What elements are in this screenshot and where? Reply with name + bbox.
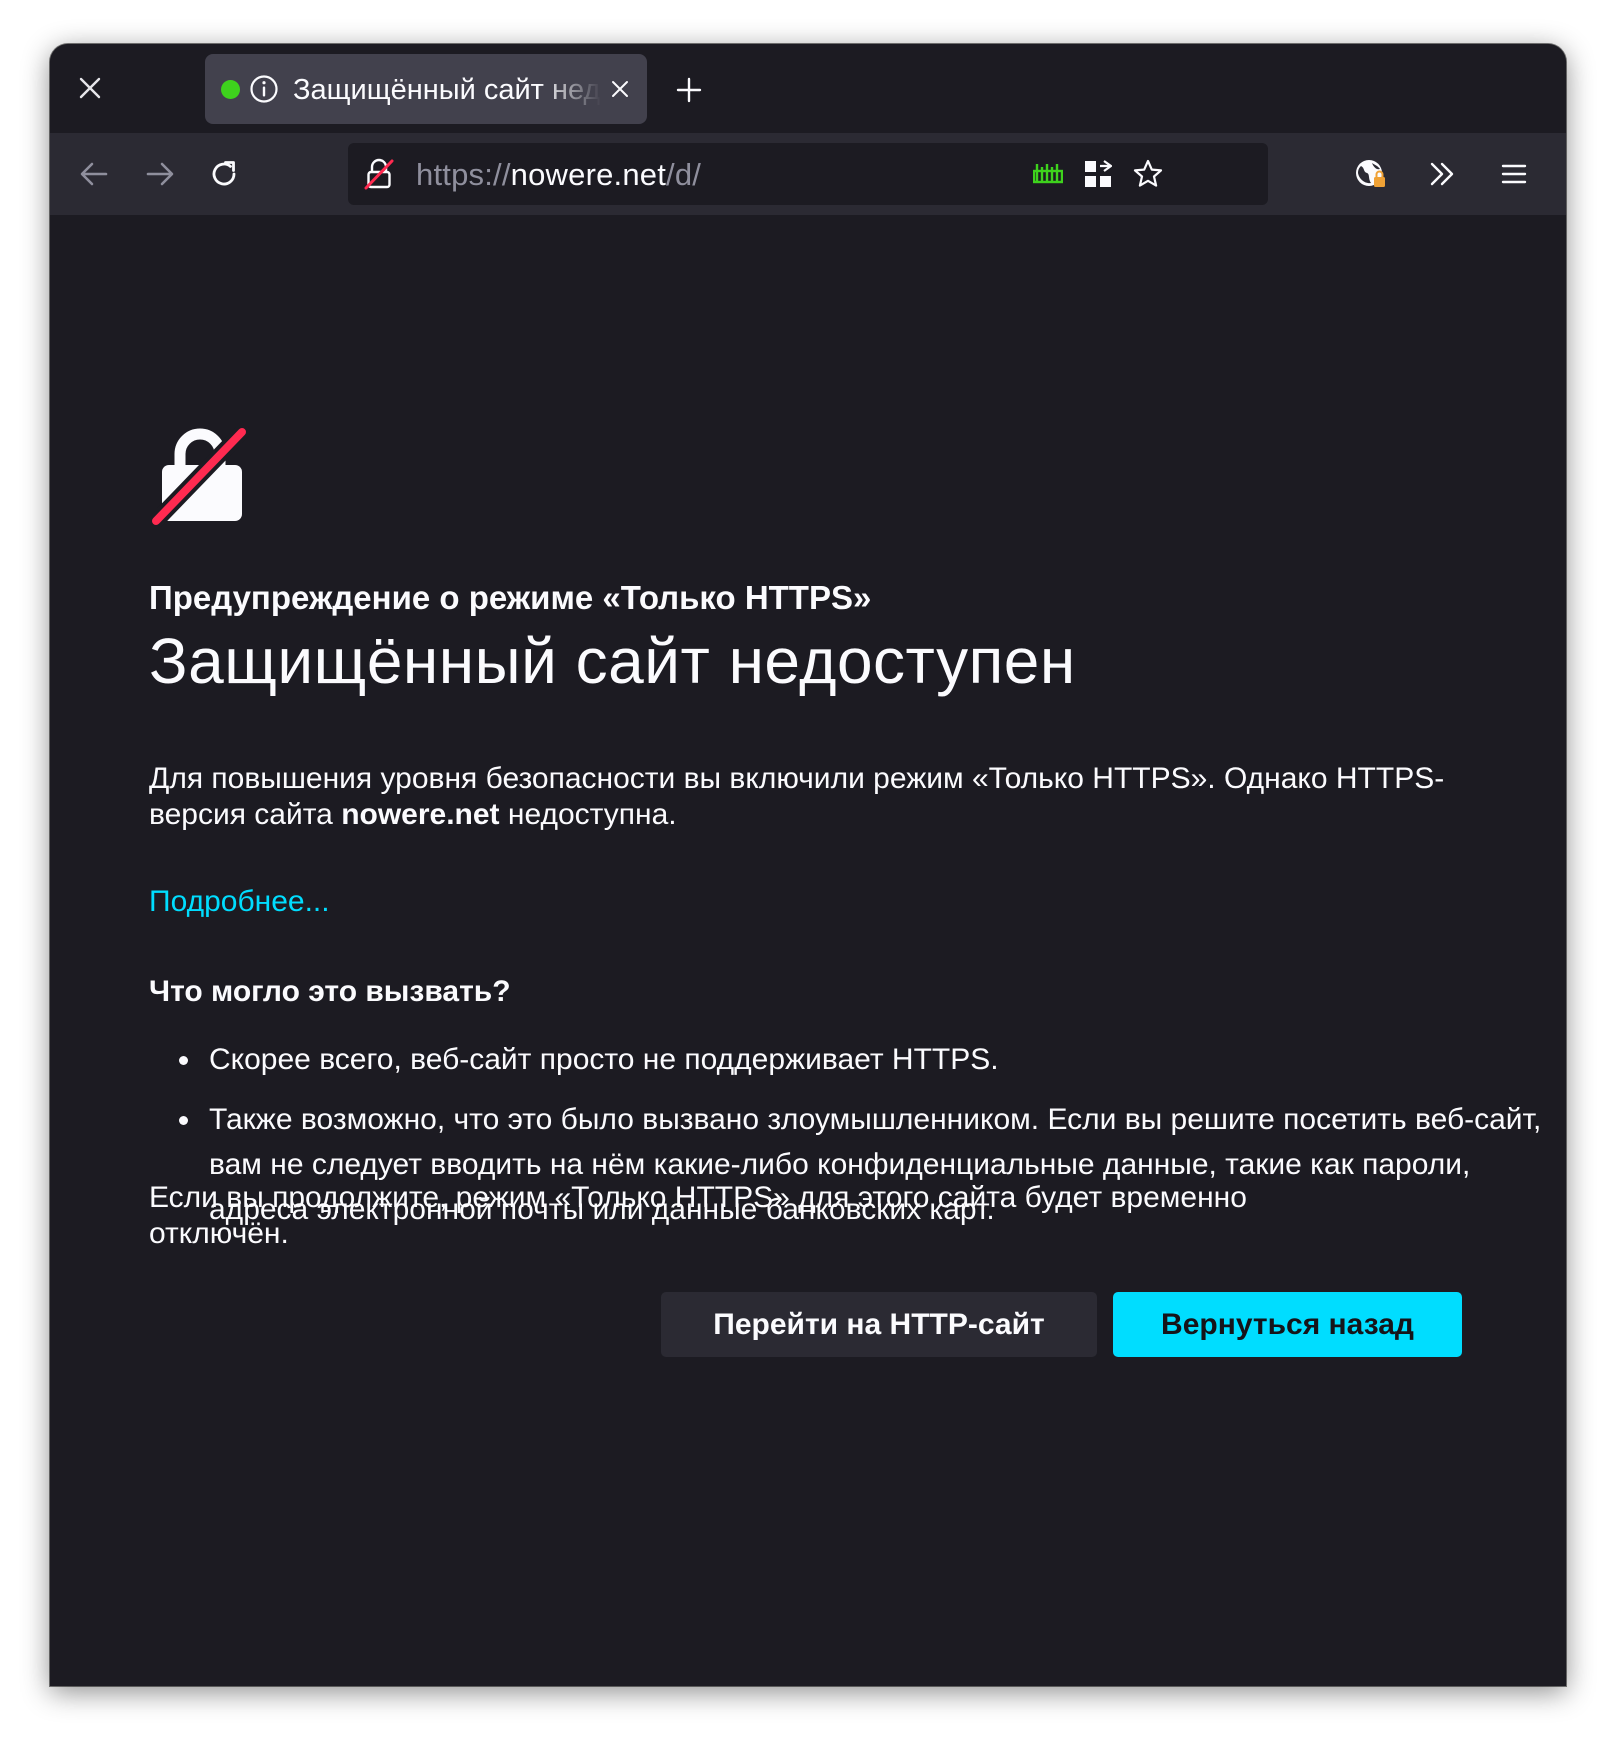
qr-code-button[interactable] [1080, 156, 1116, 192]
info-icon [250, 75, 278, 103]
window-close-button[interactable] [68, 66, 112, 110]
back-button[interactable] [70, 150, 118, 198]
lock-disabled-icon [150, 427, 250, 527]
ruler-icon [1033, 164, 1063, 184]
url-path: /d/ [666, 157, 702, 192]
ruler-button[interactable] [1030, 156, 1066, 192]
reload-icon [212, 161, 236, 186]
chevrons-right-icon [1430, 162, 1454, 186]
close-icon [612, 81, 628, 97]
continue-note: Если вы продолжите, режим «Только HTTPS»… [149, 1181, 1247, 1250]
url-scheme: https:// [416, 157, 511, 192]
forward-button[interactable] [136, 150, 184, 198]
page-title: Защищённый сайт недоступен [149, 625, 1076, 697]
qr-code-icon [1085, 160, 1112, 187]
overflow-menu-button[interactable] [1418, 150, 1466, 198]
url-bar[interactable]: https://nowere.net/d/ [348, 143, 1268, 205]
nav-toolbar: https://nowere.net/d/ [50, 133, 1566, 215]
url-text[interactable]: https://nowere.net/d/ [416, 157, 701, 193]
new-tab-button[interactable] [667, 68, 711, 112]
extension-button[interactable] [1346, 150, 1394, 198]
list-item: Скорее всего, веб-сайт просто не поддерж… [179, 1037, 1549, 1082]
url-host: nowere.net [510, 157, 667, 192]
arrow-left-icon [80, 162, 108, 186]
arrow-right-icon [146, 162, 174, 186]
intro-host: nowere.net [341, 798, 500, 831]
learn-more-link[interactable]: Подробнее... [149, 885, 330, 919]
star-icon [1133, 159, 1163, 187]
hamburger-icon [1501, 164, 1527, 184]
lock-broken-icon [364, 158, 394, 190]
reload-button[interactable] [200, 150, 248, 198]
plus-icon [676, 77, 702, 103]
continue-http-button[interactable]: Перейти на HTTP-сайт [661, 1292, 1097, 1357]
causes-title: Что могло это вызвать? [149, 975, 511, 1008]
error-page: Предупреждение о режиме «Только HTTPS» З… [50, 215, 1566, 1686]
intro-text-part2: недоступна. [499, 798, 677, 831]
tab-title: Защищённый сайт недоступен [293, 74, 601, 106]
browser-window: Защищённый сайт недоступен [50, 44, 1566, 1686]
green-dot-icon [221, 80, 240, 99]
close-icon [79, 77, 101, 99]
intro-text: Для повышения уровня безопасности вы вкл… [149, 761, 1479, 833]
go-back-button[interactable]: Вернуться назад [1113, 1292, 1462, 1357]
tab-strip: Защищённый сайт недоступен [50, 44, 1566, 133]
globe-lock-icon [1356, 160, 1385, 187]
main-menu-button[interactable] [1490, 150, 1538, 198]
tab-active[interactable]: Защищённый сайт недоступен [205, 54, 647, 124]
bookmark-star-button[interactable] [1130, 156, 1166, 192]
tab-close-button[interactable] [607, 76, 633, 102]
page-eyebrow: Предупреждение о режиме «Только HTTPS» [149, 579, 872, 616]
